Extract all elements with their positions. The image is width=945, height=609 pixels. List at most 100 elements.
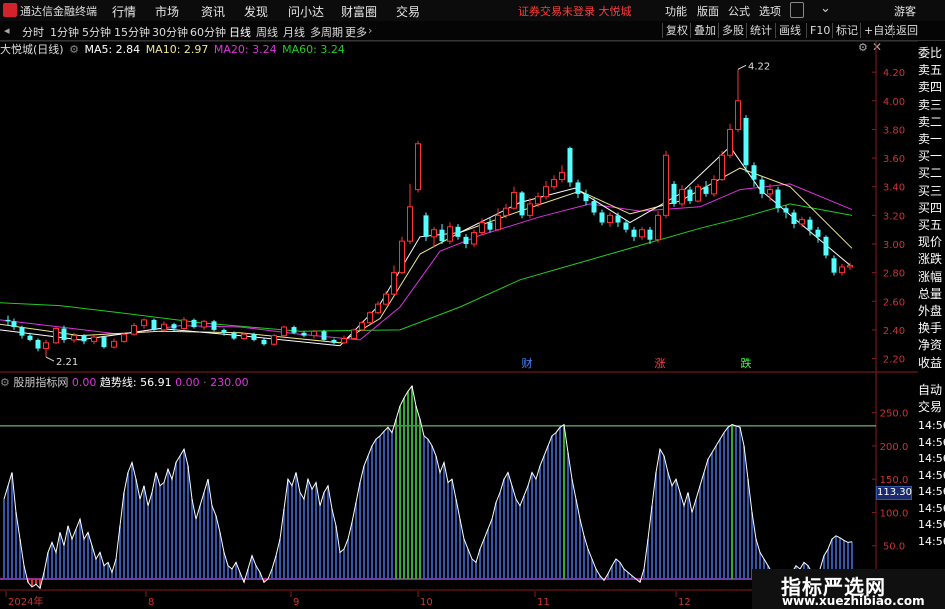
side-label[interactable]: 买五 <box>918 218 945 233</box>
candle-body <box>81 335 87 342</box>
candle-body <box>471 232 477 245</box>
indicator-gear-icon[interactable]: ⚙ <box>0 376 10 389</box>
event-marker-zhang: 涨 <box>655 357 666 370</box>
price-tick-label: 2.40 <box>883 326 905 337</box>
more-arrow-icon[interactable]: › <box>368 24 372 37</box>
candle-body <box>479 222 485 234</box>
candle-body <box>271 335 277 345</box>
candle-body <box>121 333 127 342</box>
side-label[interactable]: 卖一 <box>918 132 945 147</box>
tool-fuquan[interactable]: 复权 <box>662 23 691 38</box>
candle-body <box>655 214 661 241</box>
candle-body <box>5 319 11 322</box>
period-multi[interactable]: 多周期 <box>310 24 343 40</box>
tool-duogu[interactable]: 多股 <box>718 23 747 38</box>
menu-xuanxiang[interactable]: 选项 <box>759 3 781 19</box>
menu-banmian[interactable]: 版面 <box>697 3 719 19</box>
side-label[interactable]: 买三 <box>918 184 945 199</box>
tool-fanhui[interactable]: 返回 <box>892 23 921 38</box>
side-label[interactable]: 收益 <box>918 356 945 371</box>
tool-huaxian[interactable]: 画线 <box>775 23 804 38</box>
side-label[interactable]: 买二 <box>918 166 945 181</box>
menu-youke[interactable]: 游客 <box>894 3 916 19</box>
candle-body <box>101 337 107 348</box>
annotation-label: 2.21 <box>56 357 78 368</box>
candle-body <box>201 320 207 328</box>
candle-body <box>463 236 469 244</box>
menu-jiaoyi[interactable]: 交易 <box>396 3 420 20</box>
side-label[interactable]: 净资 <box>918 338 945 353</box>
menu-faxian[interactable]: 发现 <box>244 3 268 20</box>
tool-diejia[interactable]: 叠加 <box>690 23 719 38</box>
side-label[interactable]: 委比 <box>918 46 945 61</box>
time-label: 14:56 <box>918 518 945 531</box>
side-label[interactable]: 卖五 <box>918 63 945 78</box>
side-label[interactable]: 卖二 <box>918 115 945 130</box>
side-label[interactable]: 涨幅 <box>918 270 945 285</box>
candle-body <box>221 329 227 333</box>
side-label[interactable]: 现价 <box>918 235 945 250</box>
period-60min[interactable]: 60分钟 <box>190 24 226 40</box>
side-label[interactable]: 买一 <box>918 149 945 164</box>
indicator-tick-label: 200.0 <box>880 442 909 453</box>
period-daily[interactable]: 日线 <box>229 24 251 40</box>
candle-body <box>311 330 317 337</box>
menu-caifuquan[interactable]: 财富圈 <box>341 3 377 20</box>
candle-body <box>61 328 67 340</box>
menu-zixun[interactable]: 资讯 <box>201 3 225 20</box>
collapse-icon[interactable]: ◂ <box>4 24 10 37</box>
menu-hangqing[interactable]: 行情 <box>112 3 136 20</box>
indicator-legend: ⚙ 股朋指标网 0.00 趋势线: 56.91 0.00 · 230.00 <box>0 374 249 390</box>
tool-biaoji[interactable]: 标记 <box>832 23 861 38</box>
x-tick-label: 12 <box>678 597 691 608</box>
candle-body <box>251 334 257 340</box>
period-1min[interactable]: 1分钟 <box>50 24 79 40</box>
candle-body <box>141 319 147 327</box>
side-label[interactable]: 外盘 <box>918 304 945 319</box>
event-marker-die: 跌 <box>741 356 752 370</box>
kline-chart[interactable]: 2.21 4.22 财 涨 跌 2.20 2.40 2.60 2.80 3.00 3.20 3.40… <box>0 41 918 609</box>
menu-bar: 通达信金融终端 行情 市场 资讯 发现 问小达 财富圈 交易 证券交易未登录 大… <box>0 0 945 22</box>
period-fenshi[interactable]: 分时 <box>22 24 44 40</box>
period-30min[interactable]: 30分钟 <box>152 24 188 40</box>
candle-body <box>575 182 581 194</box>
indicator-tick-label: 50.0 <box>883 542 905 553</box>
price-tick-label: 4.00 <box>883 97 905 108</box>
side-label[interactable]: 总量 <box>918 287 945 302</box>
period-more[interactable]: 更多 <box>345 24 367 40</box>
tool-f10[interactable]: F10 <box>806 23 833 38</box>
price-tick-label: 3.20 <box>883 211 905 222</box>
side-label[interactable]: 交易 <box>918 400 945 415</box>
candle-body <box>375 303 381 314</box>
candle-body <box>847 264 853 268</box>
side-label[interactable]: 自动 <box>918 383 945 398</box>
candle-body <box>331 339 337 343</box>
menu-gongshi[interactable]: 公式 <box>728 3 750 19</box>
time-label: 14:56 <box>918 419 945 432</box>
side-label[interactable]: 涨跌 <box>918 252 945 267</box>
candle-body <box>211 321 217 330</box>
menu-gongneng[interactable]: 功能 <box>665 3 687 19</box>
login-notice[interactable]: 证券交易未登录 大悦城 <box>518 3 632 19</box>
tool-tongji[interactable]: 统计 <box>746 23 775 38</box>
app-title: 通达信金融终端 <box>20 5 97 18</box>
window-icon[interactable] <box>790 2 804 18</box>
side-label[interactable]: 卖三 <box>918 98 945 113</box>
candle-body <box>241 333 247 340</box>
side-label[interactable]: 卖四 <box>918 80 945 95</box>
time-label: 14:56 <box>918 468 945 482</box>
period-weekly[interactable]: 周线 <box>256 24 278 40</box>
indicator-name[interactable]: 股朋指标网 <box>13 376 68 389</box>
candle-body <box>631 229 637 237</box>
period-5min[interactable]: 5分钟 <box>82 24 111 40</box>
menu-shichang[interactable]: 市场 <box>155 3 179 20</box>
candle-body <box>231 332 237 339</box>
menu-wenxiaoda[interactable]: 问小达 <box>288 3 324 20</box>
side-label[interactable]: 换手 <box>918 321 945 336</box>
minimize-icon[interactable]: ⌄ <box>820 1 831 16</box>
indicator-tick-label: 250.0 <box>880 409 909 420</box>
period-15min[interactable]: 15分钟 <box>114 24 150 40</box>
side-label[interactable]: 买四 <box>918 201 945 216</box>
indicator-trend: 趋势线: 56.91 <box>99 376 172 389</box>
period-monthly[interactable]: 月线 <box>283 24 305 40</box>
